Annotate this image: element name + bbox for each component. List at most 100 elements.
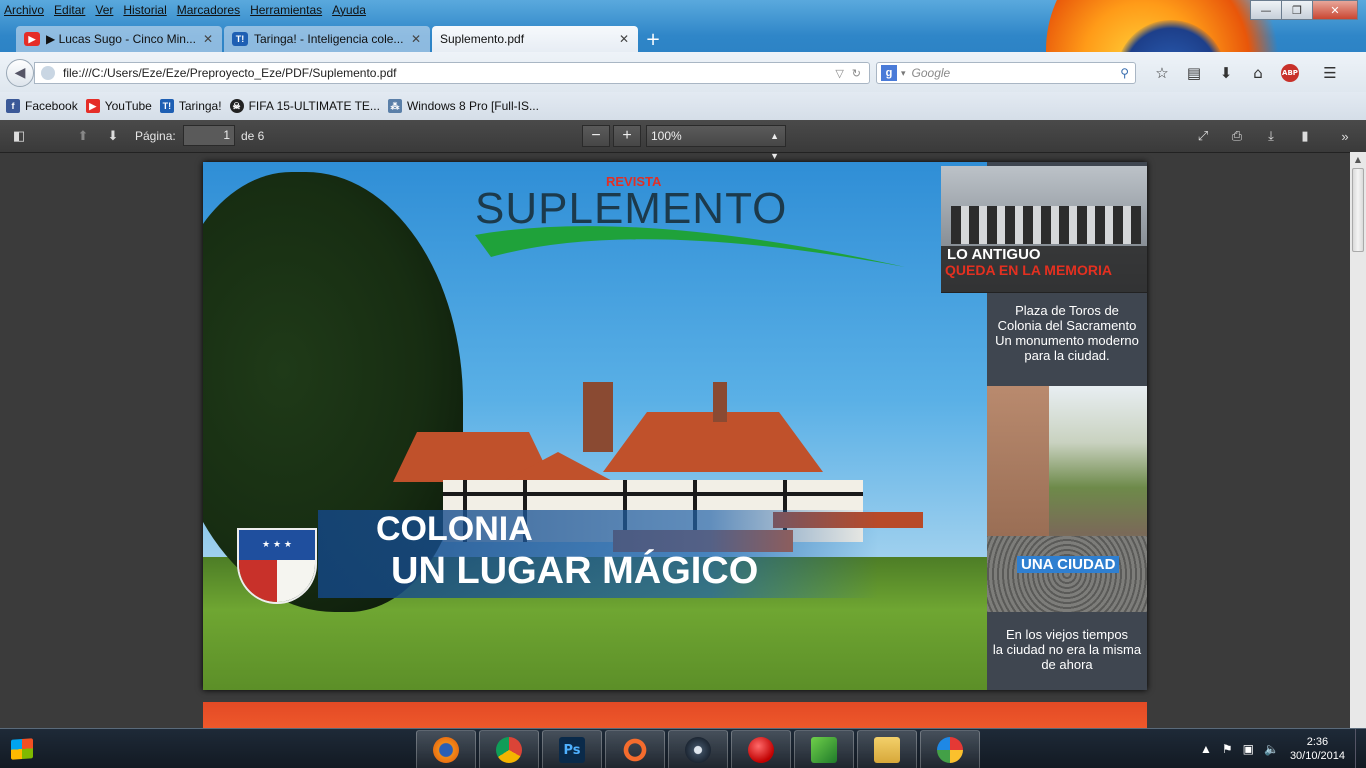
youtube-icon: ▶ bbox=[24, 32, 40, 46]
scrollbar-thumb[interactable] bbox=[1352, 168, 1364, 252]
show-desktop-button[interactable] bbox=[1355, 729, 1366, 768]
facebook-icon: f bbox=[6, 99, 20, 113]
desc-line: para la ciudad. bbox=[1024, 348, 1110, 363]
taskbar-explorer[interactable] bbox=[857, 730, 917, 768]
bookmark-icon[interactable]: ▮ bbox=[1294, 126, 1316, 146]
url-bar[interactable]: file:///C:/Users/Eze/Eze/Preproyecto_Eze… bbox=[34, 62, 870, 84]
tab-strip: ▶ ▶ Lucas Sugo - Cinco Min... ✕ T! Tarin… bbox=[16, 26, 666, 52]
desc-line: Plaza de Toros de bbox=[1015, 303, 1119, 318]
next-page-icon[interactable]: ⬇ bbox=[102, 126, 124, 146]
google-icon[interactable]: g bbox=[881, 65, 897, 81]
menu-hamburger-icon[interactable]: ☰ bbox=[1314, 62, 1346, 84]
bookmark-windows8[interactable]: ⁂ Windows 8 Pro [Full-IS... bbox=[387, 99, 539, 113]
clock[interactable]: 2:36 30/10/2014 bbox=[1290, 735, 1345, 763]
zoom-in-button[interactable]: + bbox=[613, 125, 641, 147]
tab-youtube[interactable]: ▶ ▶ Lucas Sugo - Cinco Min... ✕ bbox=[16, 26, 222, 52]
zoom-value: 100% bbox=[651, 129, 682, 143]
menu-editar[interactable]: Editar bbox=[54, 3, 85, 17]
search-bar[interactable]: g ▾ Google ⚲ bbox=[876, 62, 1136, 84]
reading-list-icon[interactable]: ▤ bbox=[1178, 62, 1210, 84]
tab-taringa[interactable]: T! Taringa! - Inteligencia cole... ✕ bbox=[224, 26, 430, 52]
zoom-out-button[interactable]: − bbox=[582, 125, 610, 147]
close-tab-icon[interactable]: ✕ bbox=[202, 32, 214, 46]
tab-title: ▶ Lucas Sugo - Cinco Min... bbox=[46, 32, 196, 46]
pdf-toolbar: ◧ ⬆ ⬇ Página: 1 de 6 − + 100% ▲ ▼ ⤢ ⎙ ⤓ ▮… bbox=[0, 120, 1366, 161]
reload-icon[interactable]: ↻ bbox=[852, 67, 861, 80]
bookmark-youtube[interactable]: ▶ YouTube bbox=[85, 99, 152, 113]
maximize-button[interactable]: ❐ bbox=[1281, 0, 1313, 20]
menu-archivo[interactable]: Archivo bbox=[4, 3, 44, 17]
adblock-icon[interactable]: ABP bbox=[1281, 64, 1299, 82]
bookmark-fifa[interactable]: ☠ FIFA 15-ULTIMATE TE... bbox=[229, 99, 380, 113]
bookmark-facebook[interactable]: f Facebook bbox=[6, 99, 78, 113]
taskbar-origin[interactable] bbox=[605, 730, 665, 768]
bookmark-star-icon[interactable]: ☆ bbox=[1146, 62, 1178, 84]
new-tab-button[interactable]: + bbox=[640, 26, 666, 52]
page-total: de 6 bbox=[241, 129, 265, 143]
desc-line: de ahora bbox=[1041, 657, 1093, 672]
start-button[interactable] bbox=[2, 731, 42, 767]
sidebar-toggle-icon[interactable]: ◧ bbox=[8, 126, 30, 146]
menu-ayuda[interactable]: Ayuda bbox=[332, 3, 366, 17]
engine-dropdown-icon[interactable]: ▾ bbox=[901, 68, 906, 79]
menu-ver[interactable]: Ver bbox=[95, 3, 113, 17]
search-icon[interactable]: ⚲ bbox=[1120, 66, 1129, 80]
tab-title: Taringa! - Inteligencia cole... bbox=[254, 32, 404, 46]
desc-line: Un monumento moderno bbox=[995, 333, 1139, 348]
taskbar-steam[interactable] bbox=[668, 730, 728, 768]
previous-page-icon[interactable]: ⬆ bbox=[72, 126, 94, 146]
menu-historial[interactable]: Historial bbox=[123, 3, 166, 17]
side-label-una-ciudad: UNA CIUDAD bbox=[1017, 556, 1120, 573]
taskbar-paint[interactable] bbox=[920, 730, 980, 768]
taskbar-photoshop[interactable]: Ps bbox=[542, 730, 602, 768]
volume-icon[interactable]: 🔈 bbox=[1264, 742, 1279, 756]
close-tab-icon[interactable]: ✕ bbox=[618, 32, 630, 46]
action-center-flag-icon[interactable]: ⚑ bbox=[1222, 742, 1233, 756]
taskbar-camtasia[interactable] bbox=[794, 730, 854, 768]
tools-chevron-icon[interactable]: » bbox=[1334, 126, 1356, 146]
search-input[interactable]: Google bbox=[912, 66, 1121, 80]
dropdown-arrow-icon[interactable]: ▽ bbox=[835, 67, 843, 80]
taskbar-firefox[interactable] bbox=[416, 730, 476, 768]
bookmark-label: YouTube bbox=[104, 99, 152, 113]
origin-icon bbox=[622, 737, 648, 763]
menu-marcadores[interactable]: Marcadores bbox=[177, 3, 240, 17]
tab-title: Suplemento.pdf bbox=[440, 32, 525, 46]
side-description-2: En los viejos tiempos la ciudad no era l… bbox=[987, 627, 1147, 672]
save-icon[interactable]: ⤓ bbox=[1260, 126, 1282, 146]
street-photo bbox=[987, 386, 1147, 612]
bookmark-label: FIFA 15-ULTIMATE TE... bbox=[248, 99, 380, 113]
headline-banner: COLONIA UN LUGAR MÁGICO bbox=[318, 510, 878, 598]
print-icon[interactable]: ⎙ bbox=[1226, 126, 1248, 146]
vertical-scrollbar[interactable]: ▲ bbox=[1350, 152, 1366, 728]
minimize-button[interactable]: — bbox=[1250, 0, 1282, 20]
back-button[interactable]: ◀ bbox=[6, 59, 34, 87]
close-window-button[interactable]: ✕ bbox=[1312, 0, 1358, 20]
explorer-icon bbox=[874, 737, 900, 763]
bookmark-taringa[interactable]: T! Taringa! bbox=[159, 99, 222, 113]
taskbar-chrome[interactable] bbox=[479, 730, 539, 768]
download-icon[interactable]: ⬇ bbox=[1210, 62, 1242, 84]
back-arrow-icon: ◀ bbox=[14, 65, 26, 81]
page-number-input[interactable]: 1 bbox=[183, 125, 235, 146]
side-title-lo-antiguo: LO ANTIGUO bbox=[947, 246, 1041, 263]
tray-expand-icon[interactable]: ▲ bbox=[1200, 742, 1212, 756]
home-icon[interactable]: ⌂ bbox=[1242, 62, 1274, 84]
taskbar-recorder[interactable] bbox=[731, 730, 791, 768]
fullscreen-icon[interactable]: ⤢ bbox=[1192, 126, 1214, 146]
record-icon bbox=[748, 737, 774, 763]
side-title-memoria: QUEDA EN LA MEMORIA bbox=[945, 262, 1112, 278]
network-icon[interactable]: ▣ bbox=[1243, 742, 1254, 756]
window-controls: — ❐ ✕ bbox=[1250, 0, 1358, 20]
tab-suplemento-pdf[interactable]: Suplemento.pdf ✕ bbox=[432, 26, 638, 52]
scroll-up-icon[interactable]: ▲ bbox=[1350, 152, 1366, 168]
url-text[interactable]: file:///C:/Users/Eze/Eze/Preproyecto_Eze… bbox=[63, 66, 835, 80]
colonia-coat-of-arms-icon: ★ ★ ★ bbox=[237, 528, 317, 604]
bookmark-label: Windows 8 Pro [Full-IS... bbox=[406, 99, 539, 113]
pdf-page: REVISTA SUPLEMENTO COLONIA UN LUGAR MÁGI… bbox=[203, 162, 1147, 690]
windows-logo-icon bbox=[11, 738, 33, 760]
page-label: Página: bbox=[135, 129, 176, 143]
menu-herramientas[interactable]: Herramientas bbox=[250, 3, 322, 17]
close-tab-icon[interactable]: ✕ bbox=[410, 32, 422, 46]
zoom-select[interactable]: 100% ▲ ▼ bbox=[646, 125, 786, 161]
